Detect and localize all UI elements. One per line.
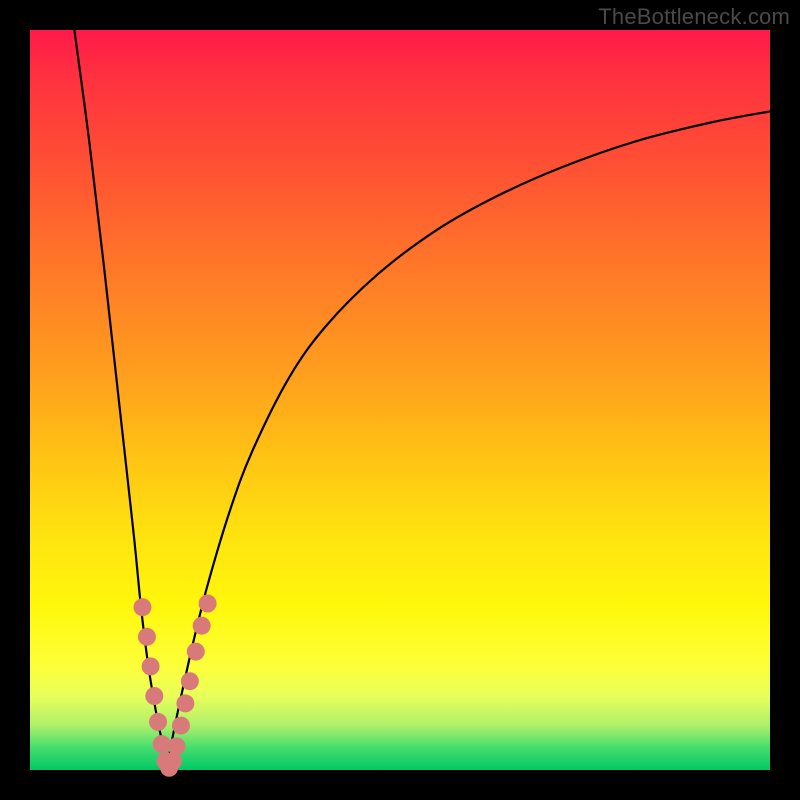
curve-right — [167, 111, 770, 770]
marker-dot — [138, 628, 156, 646]
marker-dot — [145, 687, 163, 705]
marker-dot — [199, 595, 217, 613]
marker-dot — [176, 694, 194, 712]
chart-root: TheBottleneck.com — [0, 0, 800, 800]
marker-dot — [133, 598, 151, 616]
marker-dot — [187, 643, 205, 661]
marker-dot — [193, 617, 211, 635]
marker-dot — [149, 713, 167, 731]
marker-dots — [133, 595, 216, 777]
plot-area — [30, 30, 770, 770]
marker-dot — [172, 717, 190, 735]
watermark-text: TheBottleneck.com — [598, 4, 790, 30]
chart-svg — [30, 30, 770, 770]
marker-dot — [181, 672, 199, 690]
marker-dot — [168, 737, 186, 755]
marker-dot — [142, 657, 160, 675]
